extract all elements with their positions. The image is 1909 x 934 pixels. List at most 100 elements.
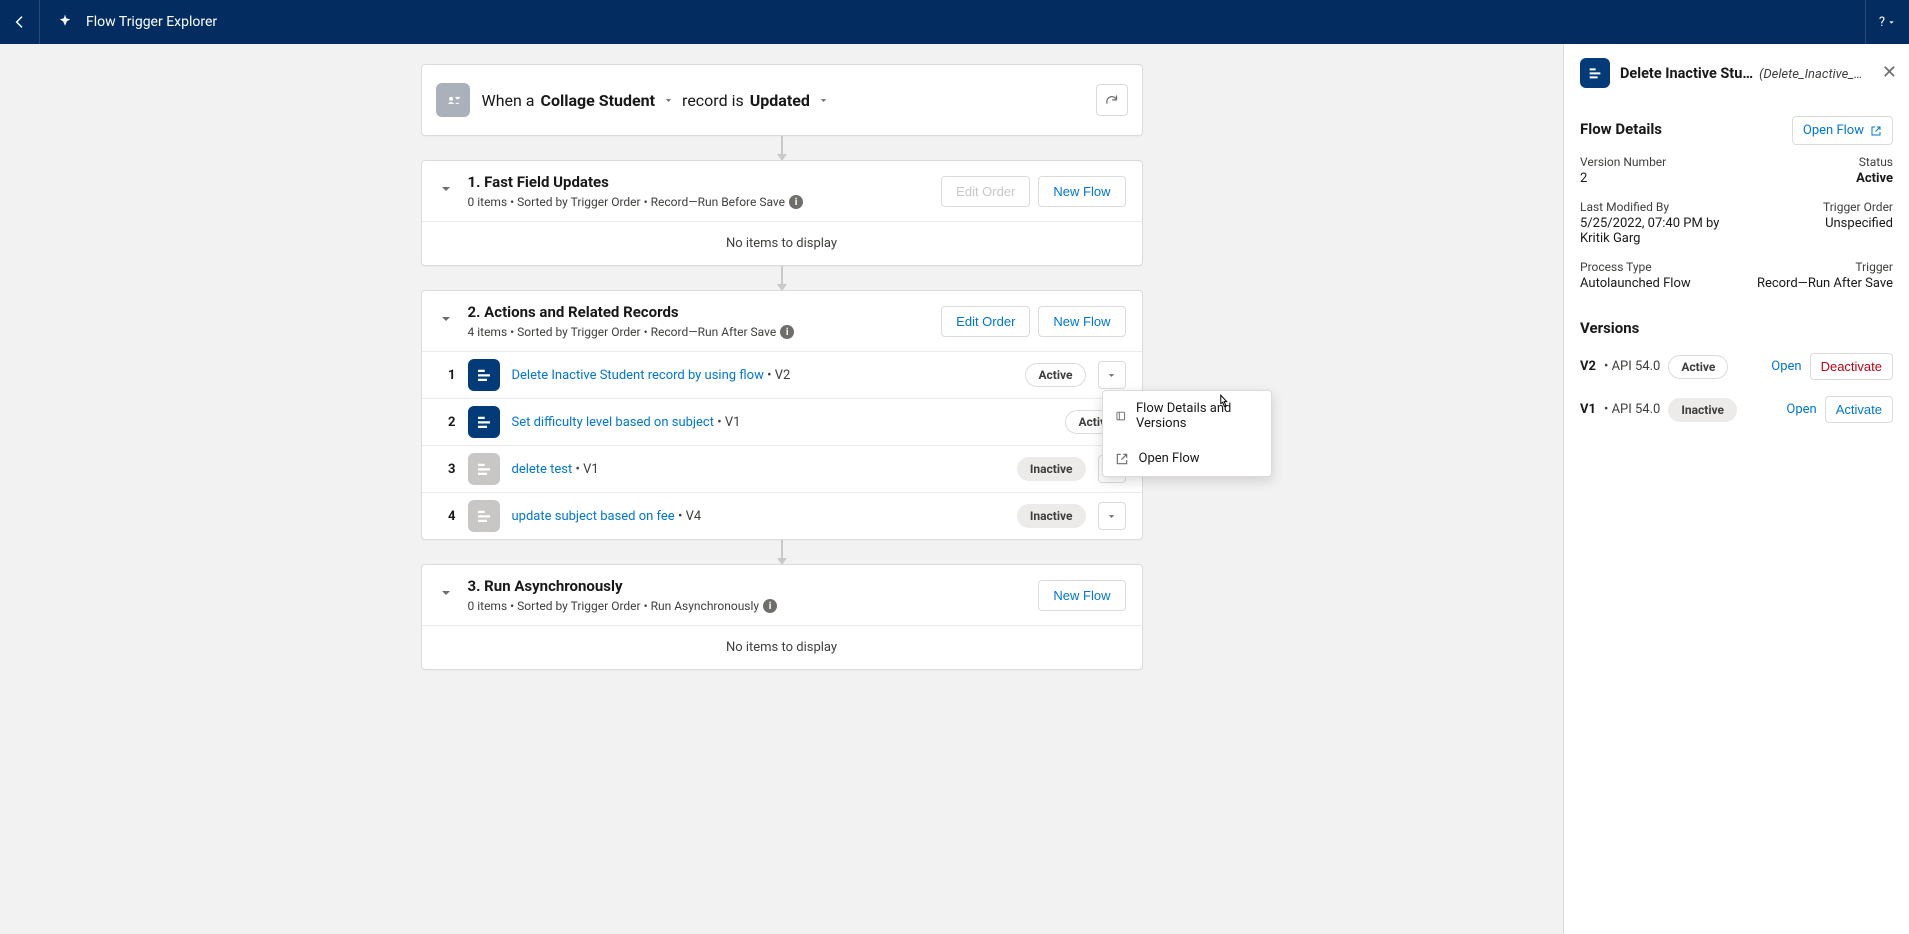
status-badge: Inactive [1017,504,1086,528]
flow-row: 3 delete test • V1 Inactive [422,445,1142,492]
open-version-link[interactable]: Open [1771,359,1801,374]
row-menu-button[interactable] [1098,361,1126,389]
top-bar: Flow Trigger Explorer ? [0,0,1909,44]
close-button[interactable]: ✕ [1882,64,1897,82]
flow-link[interactable]: delete test [512,462,573,477]
new-flow-button[interactable]: New Flow [1038,306,1125,337]
flow-row: 2 Set difficulty level based on subject … [422,398,1142,445]
canvas: When a Collage Student record is Updated [0,44,1563,934]
flow-link[interactable]: Delete Inactive Student record by using … [512,368,764,383]
panel-title: Delete Inactive Stu… [1620,65,1753,82]
app-title-text: Flow Trigger Explorer [86,14,217,30]
flow-link[interactable]: update subject based on fee [512,509,675,524]
section-async: 3. Run Asynchronously 0 items • Sorted b… [421,564,1143,670]
flow-label: Delete Inactive Student record by using … [512,368,791,383]
section-subtitle: 0 items • Sorted by Trigger Order • Reco… [468,195,928,209]
flow-icon [468,500,500,532]
app-title: Flow Trigger Explorer [40,13,233,31]
section-title: 1. Fast Field Updates [468,173,928,191]
versions-heading: Versions [1580,319,1893,337]
collapse-toggle[interactable] [438,311,454,331]
flow-version: • V2 [767,368,790,383]
flow-icon [468,453,500,485]
open-flow-button[interactable]: Open Flow [1792,116,1893,145]
version-status-badge: Active [1668,355,1728,379]
info-icon[interactable]: i [763,599,777,613]
edit-order-button[interactable]: Edit Order [941,306,1030,337]
detail-status: Status Active [1743,155,1894,186]
new-flow-button[interactable]: New Flow [1038,580,1125,611]
object-icon [436,83,470,117]
empty-message: No items to display [422,221,1142,265]
status-badge: Inactive [1017,457,1086,481]
section-actions-related: 2. Actions and Related Records 4 items •… [421,290,1143,540]
object-dropdown[interactable] [661,91,676,110]
info-icon[interactable]: i [789,195,803,209]
trigger-when: When a [482,91,535,110]
flow-row: 4 update subject based on fee • V4 Inact… [422,492,1142,539]
flow-label: update subject based on fee • V4 [512,509,702,524]
menu-item-open-flow[interactable]: Open Flow [1103,441,1271,476]
row-context-menu: Flow Details and Versions Open Flow [1102,390,1272,477]
flow-link[interactable]: Set difficulty level based on subject [512,415,715,430]
row-order: 3 [438,462,456,477]
deactivate-button[interactable]: Deactivate [1810,353,1893,380]
flow-icon [468,359,500,391]
detail-process-type: Process Type Autolaunched Flow [1580,260,1731,291]
open-version-link[interactable]: Open [1786,402,1816,417]
section-subtitle: 4 items • Sorted by Trigger Order • Reco… [468,325,928,339]
row-order: 4 [438,509,456,524]
flow-version: • V4 [678,509,701,524]
app-icon [56,13,74,31]
detail-trigger: Trigger Record—Run After Save [1743,260,1894,291]
new-flow-button[interactable]: New Flow [1038,176,1125,207]
edit-order-button: Edit Order [941,176,1030,207]
help-button[interactable]: ? [1865,0,1909,44]
section-title: 2. Actions and Related Records [468,303,928,321]
detail-version: Version Number 2 [1580,155,1731,186]
flow-label: Set difficulty level based on subject • … [512,415,741,430]
collapse-toggle[interactable] [438,181,454,201]
collapse-toggle[interactable] [438,585,454,605]
row-order: 2 [438,415,456,430]
trigger-object: Collage Student [541,91,656,110]
event-dropdown[interactable] [816,91,831,110]
back-button[interactable] [0,0,40,44]
flow-icon [1580,58,1610,88]
section-subtitle: 0 items • Sorted by Trigger Order • Run … [468,599,1025,613]
flow-details-heading: Flow Details [1580,120,1662,138]
activate-button[interactable]: Activate [1825,396,1893,423]
row-order: 1 [438,368,456,383]
version-row: V1 • API 54.0 Inactive Open Activate [1580,388,1893,431]
connector [781,136,783,160]
trigger-card: When a Collage Student record is Updated [421,64,1143,136]
status-badge: Active [1025,363,1085,387]
version-row: V2 • API 54.0 Active Open Deactivate [1580,345,1893,388]
row-menu-button[interactable] [1098,502,1126,530]
version-api: • API 54.0 [1604,402,1660,417]
connector [781,266,783,290]
version-label: V1 [1580,402,1596,417]
flow-version: • V1 [717,415,740,430]
flow-row: 1 Delete Inactive Student record by usin… [422,351,1142,398]
version-status-badge: Inactive [1668,398,1737,422]
flow-version: • V1 [576,462,599,477]
empty-message: No items to display [422,625,1142,669]
menu-item-details[interactable]: Flow Details and Versions [1103,391,1271,441]
flow-label: delete test • V1 [512,462,599,477]
panel-subtitle: (Delete_Inactive_… [1759,67,1862,82]
section-fast-updates: 1. Fast Field Updates 0 items • Sorted b… [421,160,1143,266]
detail-modified: Last Modified By 5/25/2022, 07:40 PM by … [1580,200,1731,246]
version-api: • API 54.0 [1604,359,1660,374]
info-icon[interactable]: i [780,325,794,339]
flow-details-panel: Delete Inactive Stu… (Delete_Inactive_… … [1563,44,1909,934]
trigger-record-is: record is [682,91,744,110]
flow-icon [468,406,500,438]
refresh-button[interactable] [1096,84,1128,116]
trigger-event: Updated [750,91,810,110]
detail-trigger-order: Trigger Order Unspecified [1743,200,1894,246]
connector [781,540,783,564]
section-title: 3. Run Asynchronously [468,577,1025,595]
version-label: V2 [1580,359,1596,374]
trigger-sentence: When a Collage Student record is Updated [482,91,831,110]
